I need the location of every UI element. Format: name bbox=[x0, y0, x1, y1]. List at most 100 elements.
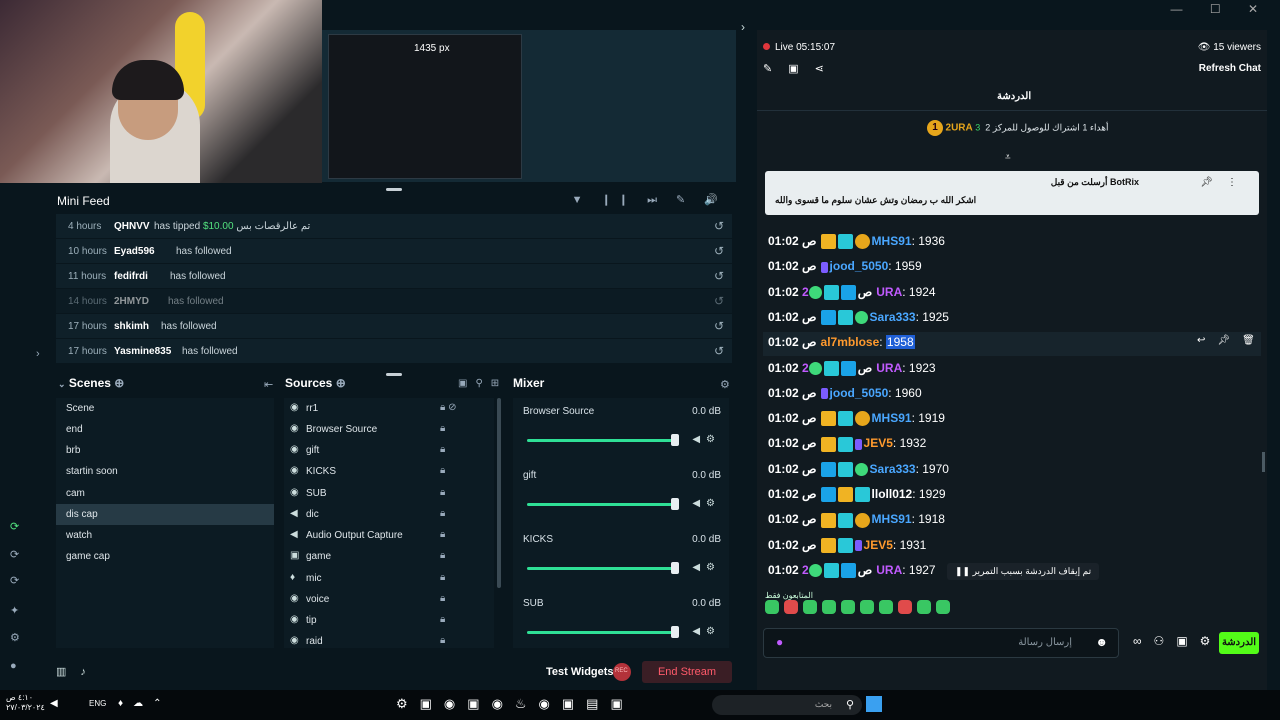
chat-message[interactable]: 01:02 ص Sara333: 1925 bbox=[768, 310, 949, 332]
source-item[interactable]: ◉ KICKS 🔒︎ bbox=[284, 461, 494, 482]
rail-icon-1[interactable]: ⟳ bbox=[10, 520, 19, 533]
feed-row[interactable]: 4 hours QHNVV has tipped $10.00 تم عالرق… bbox=[56, 214, 732, 239]
volume-knob[interactable] bbox=[671, 498, 679, 510]
taskbar-search[interactable]: بحث ⚲ bbox=[712, 695, 862, 715]
feed-row[interactable]: 14 hours 2HMYD has followed ↺ bbox=[56, 289, 732, 314]
chat-action-icons[interactable]: ✎▣⋖ bbox=[763, 62, 840, 75]
add-scene-icon[interactable]: ⊕ bbox=[114, 376, 124, 390]
emoji-icon[interactable]: ☻ bbox=[1095, 635, 1108, 649]
feed-row[interactable]: 17 hours shkimh has followed ↺ bbox=[56, 314, 732, 339]
source-item[interactable]: ◉ Browser Source 🔒︎ bbox=[284, 419, 494, 440]
end-stream-button[interactable]: End Stream bbox=[642, 661, 732, 683]
volume-slider[interactable] bbox=[527, 631, 677, 634]
resize-handle[interactable] bbox=[386, 373, 402, 376]
sparkle-icon[interactable]: ✦ bbox=[10, 604, 19, 617]
rail-icon-2[interactable]: ⟳ bbox=[10, 548, 19, 561]
source-item[interactable]: ▣ game 🔒︎ bbox=[284, 546, 494, 567]
clock[interactable]: ٤:١٠ ص ٢٧/٠٣/٢٠٢٤ bbox=[6, 693, 45, 713]
scene-item[interactable]: Scene bbox=[56, 398, 274, 419]
taskbar-apps[interactable]: ⚙▣◉▣◉♨◉▣▤▣ bbox=[396, 696, 635, 712]
chat-paused-banner[interactable]: ❚❚ تم إيقاف الدردشة بسبب التمرير bbox=[947, 563, 1100, 580]
chat-message[interactable]: 01:02 ص MHS91: 1918 bbox=[768, 512, 945, 534]
scene-item[interactable]: game cap bbox=[56, 546, 274, 567]
scene-item[interactable]: brb bbox=[56, 440, 274, 461]
window-controls[interactable]: — ☐ ✕ bbox=[1171, 2, 1270, 16]
mute-settings-icons[interactable]: ◀⚙ bbox=[692, 562, 721, 573]
chat-tools[interactable]: ∞⚇▣⚙ bbox=[1133, 634, 1222, 648]
replay-icon[interactable]: ↺ bbox=[714, 294, 724, 308]
source-item[interactable]: ♦ mic 🔒︎ bbox=[284, 568, 494, 589]
scroll-down-icon[interactable]: ⩡ bbox=[1005, 152, 1011, 163]
feed-row[interactable]: 11 hours fedifrdi has followed ↺ bbox=[56, 264, 732, 289]
chat-message[interactable]: 01:02 ص lloll012: 1929 bbox=[768, 487, 946, 509]
chat-message[interactable]: 01:02 ص jood_5050: 1959 bbox=[768, 259, 922, 281]
chat-message[interactable]: 01:02 ص JEV5: 1931 bbox=[768, 538, 926, 560]
mini-feed-tools[interactable]: ▼ ❙❙ ⏭ ✎ 🔊 bbox=[572, 193, 726, 207]
emote-bar[interactable] bbox=[765, 600, 955, 617]
mixer-settings-icon[interactable]: ⚙ bbox=[720, 378, 730, 391]
rail-icon-3[interactable]: ⟳ bbox=[10, 574, 19, 587]
message-username[interactable]: Sara333 bbox=[870, 310, 916, 324]
message-username[interactable]: JEV5 bbox=[864, 538, 893, 552]
mute-settings-icons[interactable]: ◀⚙ bbox=[692, 434, 721, 445]
message-username[interactable]: MHS91 bbox=[872, 411, 912, 425]
source-item[interactable]: ◀ Audio Output Capture 🔒︎ bbox=[284, 525, 494, 546]
chat-message[interactable]: 01:02 ص2URA: 1923 bbox=[768, 361, 936, 383]
source-item[interactable]: ◉ voice 🔒︎ bbox=[284, 589, 494, 610]
stats-bell-icons[interactable]: ▥♪ bbox=[56, 665, 100, 678]
source-item[interactable]: ◉ SUB 🔒︎ bbox=[284, 483, 494, 504]
chat-message[interactable]: 01:02 ص JEV5: 1932 bbox=[768, 436, 926, 458]
scene-item[interactable]: end bbox=[56, 419, 274, 440]
test-widgets-button[interactable]: Test Widgets bbox=[546, 666, 614, 678]
replay-icon[interactable]: ↺ bbox=[714, 219, 724, 233]
chat-input[interactable]: ● إرسال رسالة ☻ bbox=[763, 628, 1119, 658]
expand-icon[interactable]: › bbox=[36, 348, 40, 360]
stream-preview[interactable]: 1435 px bbox=[322, 30, 736, 182]
chat-message[interactable]: 01:02 ص al7mblose: 1958 bbox=[768, 335, 915, 357]
message-tools[interactable]: ↩📌︎🗑︎ bbox=[1197, 335, 1267, 346]
volume-slider[interactable] bbox=[527, 567, 677, 570]
message-username[interactable]: jood_5050 bbox=[830, 259, 889, 273]
scene-item[interactable]: watch bbox=[56, 525, 274, 546]
message-username[interactable]: lloll012 bbox=[872, 487, 913, 501]
chat-message[interactable]: 01:02 ص2URA: 1924 bbox=[768, 285, 936, 307]
scene-item-selected[interactable]: dis cap bbox=[56, 504, 274, 525]
source-item[interactable]: ◉ tip 🔒︎ bbox=[284, 610, 494, 631]
message-username[interactable]: MHS91 bbox=[872, 512, 912, 526]
feed-row[interactable]: 10 hours Eyad596 has followed ↺ bbox=[56, 239, 732, 264]
chat-scrollbar[interactable] bbox=[1262, 452, 1265, 472]
replay-icon[interactable]: ↺ bbox=[714, 244, 724, 258]
replay-icon[interactable]: ↺ bbox=[714, 269, 724, 283]
record-button[interactable]: REC bbox=[613, 663, 631, 681]
profile-icon[interactable]: ● bbox=[10, 660, 17, 672]
tray-icons[interactable]: ♦☁︎⌃ bbox=[118, 698, 171, 709]
system-tray[interactable]: ◀ bbox=[50, 698, 68, 709]
mic-icon[interactable]: ● bbox=[776, 635, 783, 649]
sources-scrollbar[interactable] bbox=[497, 398, 501, 588]
settings-icon[interactable]: ⚙ bbox=[10, 631, 20, 644]
source-tools[interactable]: ▣⚲⊞ bbox=[458, 378, 507, 389]
language-indicator[interactable]: ENG bbox=[89, 699, 106, 708]
replay-icon[interactable]: ↺ bbox=[714, 344, 724, 358]
mute-settings-icons[interactable]: ◀⚙ bbox=[692, 498, 721, 509]
refresh-chat-button[interactable]: Refresh Chat bbox=[1199, 63, 1261, 74]
collapse-docks-icon[interactable]: ⇤ bbox=[264, 378, 273, 391]
volume-slider[interactable] bbox=[527, 503, 677, 506]
volume-knob[interactable] bbox=[671, 626, 679, 638]
volume-knob[interactable] bbox=[671, 434, 679, 446]
message-username[interactable]: jood_5050 bbox=[830, 386, 889, 400]
chat-message[interactable]: 01:02 ص MHS91: 1936 bbox=[768, 234, 945, 256]
mute-settings-icons[interactable]: ◀⚙ bbox=[692, 626, 721, 637]
message-username[interactable]: MHS91 bbox=[872, 234, 912, 248]
feed-row[interactable]: 17 hours Yasmine835 has followed ↺ bbox=[56, 339, 732, 364]
volume-knob[interactable] bbox=[671, 562, 679, 574]
scene-item[interactable]: cam bbox=[56, 483, 274, 504]
message-username[interactable]: Sara333 bbox=[870, 462, 916, 476]
scene-item[interactable]: startin soon bbox=[56, 461, 274, 482]
source-item[interactable]: ◉ gift 🔒︎ bbox=[284, 440, 494, 461]
add-source-icon[interactable]: ⊕ bbox=[336, 376, 346, 390]
volume-slider[interactable] bbox=[527, 439, 677, 442]
source-item[interactable]: ◉ raid 🔒︎ bbox=[284, 631, 494, 648]
pinned-message[interactable]: أرسلت من قبل BotRix اشكر الله ب رمضان وت… bbox=[765, 171, 1259, 215]
message-username[interactable]: al7mblose bbox=[821, 335, 880, 349]
